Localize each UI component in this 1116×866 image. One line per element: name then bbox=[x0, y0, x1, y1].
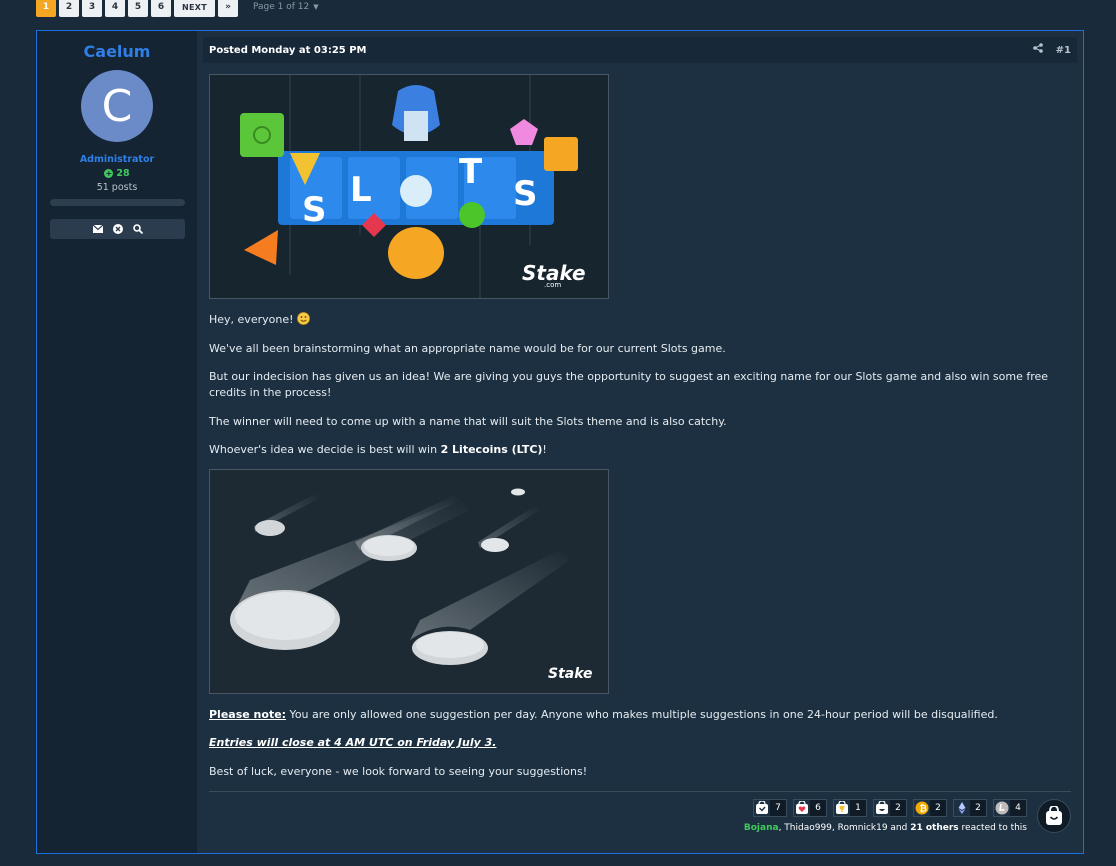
reaction-trophy[interactable]: 1 bbox=[833, 799, 867, 817]
note-text: You are only allowed one suggestion per … bbox=[286, 708, 998, 721]
next-page-button[interactable]: NEXT bbox=[174, 0, 215, 17]
paragraph-4: Whoever's idea we decide is best will wi… bbox=[209, 442, 1071, 458]
post-content: Posted Monday at 03:25 PM #1 S L T S Sta… bbox=[197, 31, 1083, 853]
reaction-laugh[interactable]: 2 bbox=[873, 799, 907, 817]
reaction-like-count: 7 bbox=[770, 800, 786, 816]
heart-bag-icon bbox=[794, 800, 810, 816]
reaction-ethereum-count: 2 bbox=[970, 800, 986, 816]
slot-letter-4: S bbox=[513, 174, 538, 214]
reputation-count: 28 bbox=[116, 168, 130, 179]
reputation-badge: + 28 bbox=[37, 168, 197, 179]
reacted-user-1[interactable]: Bojana bbox=[744, 823, 779, 833]
prize-text-pre: Whoever's idea we decide is best will wi… bbox=[209, 443, 441, 456]
page-2-button[interactable]: 2 bbox=[59, 0, 79, 17]
paragraph-3: The winner will need to come up with a n… bbox=[209, 415, 727, 428]
slot-letter-2: L bbox=[350, 170, 372, 210]
entries-paragraph: Entries will close at 4 AM UTC on Friday… bbox=[209, 735, 1071, 751]
paragraph-2: But our indecision has given us an idea!… bbox=[209, 370, 1049, 399]
page-1-button[interactable]: 1 bbox=[36, 0, 56, 17]
laugh-bag-icon bbox=[874, 800, 890, 816]
post-header: Posted Monday at 03:25 PM #1 bbox=[203, 37, 1077, 63]
prize-text-post: ! bbox=[542, 443, 547, 456]
reaction-litecoin[interactable]: 4 bbox=[993, 799, 1027, 817]
post-number[interactable]: #1 bbox=[1056, 45, 1071, 56]
author-role: Administrator bbox=[79, 154, 155, 165]
paragraph-1: We've all been brainstorming what an app… bbox=[209, 342, 726, 355]
stake-logo-2: Stake bbox=[548, 666, 593, 682]
page-5-button[interactable]: 5 bbox=[128, 0, 148, 17]
trophy-bag-icon bbox=[834, 800, 850, 816]
reaction-bitcoin-count: 2 bbox=[930, 800, 946, 816]
reaction-trophy-count: 1 bbox=[850, 800, 866, 816]
progress-bar bbox=[50, 199, 185, 206]
page-jump-dropdown[interactable]: Page 1 of 12 ▼ bbox=[253, 2, 319, 12]
forum-post: Caelum C Administrator + 28 51 posts Pos… bbox=[36, 30, 1084, 854]
last-page-button[interactable]: » bbox=[218, 0, 238, 17]
like-bag-icon bbox=[754, 800, 770, 816]
reacted-summary: Bojana, Thidao999, Romnick19 and 21 othe… bbox=[744, 823, 1027, 833]
share-icon[interactable] bbox=[1033, 43, 1043, 56]
author-name[interactable]: Caelum bbox=[37, 42, 197, 61]
stake-logo-sub: .com bbox=[544, 281, 561, 289]
reacted-suffix: reacted to this bbox=[958, 823, 1027, 833]
post-date: Posted Monday at 03:25 PM bbox=[209, 45, 367, 56]
ethereum-icon bbox=[954, 800, 970, 816]
divider bbox=[209, 791, 1071, 792]
pagination: 1 2 3 4 5 6 NEXT » Page 1 of 12 ▼ bbox=[36, 0, 319, 17]
bitcoin-icon: ₿ bbox=[914, 800, 930, 816]
note-paragraph: Please note: You are only allowed one su… bbox=[209, 707, 1071, 723]
avatar-letter: C bbox=[101, 80, 133, 132]
reactions-bar: 7 6 1 2 ₿ 2 2 4 bbox=[753, 799, 1027, 817]
author-actions bbox=[50, 219, 185, 239]
plus-circle-icon: + bbox=[104, 169, 114, 178]
slot-letter-1: S bbox=[302, 190, 327, 230]
reaction-litecoin-count: 4 bbox=[1010, 800, 1026, 816]
smiley-icon bbox=[297, 312, 310, 326]
author-panel: Caelum C Administrator + 28 51 posts bbox=[37, 31, 197, 853]
bag-smile-icon bbox=[1046, 806, 1062, 825]
page-6-button[interactable]: 6 bbox=[151, 0, 171, 17]
entries-close-text: Entries will close at 4 AM UTC on Friday… bbox=[209, 736, 497, 749]
reacted-others-link[interactable]: 21 others bbox=[910, 823, 958, 833]
envelope-icon[interactable] bbox=[92, 225, 103, 233]
svg-text:₿: ₿ bbox=[920, 804, 927, 815]
note-label: Please note: bbox=[209, 708, 287, 721]
page-3-button[interactable]: 3 bbox=[82, 0, 102, 17]
page-4-button[interactable]: 4 bbox=[105, 0, 125, 17]
slots-banner-image: S L T S Stake .com bbox=[209, 74, 609, 299]
post-count: 51 posts bbox=[96, 182, 138, 193]
prize-text-bold: 2 Litecoins (LTC) bbox=[440, 443, 543, 456]
close-circle-icon[interactable] bbox=[112, 224, 123, 234]
caret-down-icon: ▼ bbox=[313, 3, 319, 11]
greeting-paragraph: Hey, everyone! bbox=[209, 312, 1071, 328]
reaction-like[interactable]: 7 bbox=[753, 799, 787, 817]
litecoin-image: Stake bbox=[209, 469, 609, 694]
reaction-heart-count: 6 bbox=[810, 800, 826, 816]
reacted-users: , Thidao999, Romnick19 and bbox=[778, 823, 911, 833]
avatar[interactable]: C bbox=[81, 70, 153, 142]
greeting-text: Hey, everyone! bbox=[209, 313, 297, 326]
litecoin-icon bbox=[994, 800, 1010, 816]
closing-paragraph: Best of luck, everyone - we look forward… bbox=[209, 765, 588, 778]
slot-letter-3: T bbox=[459, 152, 483, 192]
reaction-heart[interactable]: 6 bbox=[793, 799, 827, 817]
reaction-ethereum[interactable]: 2 bbox=[953, 799, 987, 817]
reaction-laugh-count: 2 bbox=[890, 800, 906, 816]
search-icon[interactable] bbox=[132, 224, 143, 234]
page-of-label: Page 1 of 12 bbox=[253, 2, 310, 12]
react-button[interactable] bbox=[1037, 799, 1071, 833]
reaction-bitcoin[interactable]: ₿ 2 bbox=[913, 799, 947, 817]
